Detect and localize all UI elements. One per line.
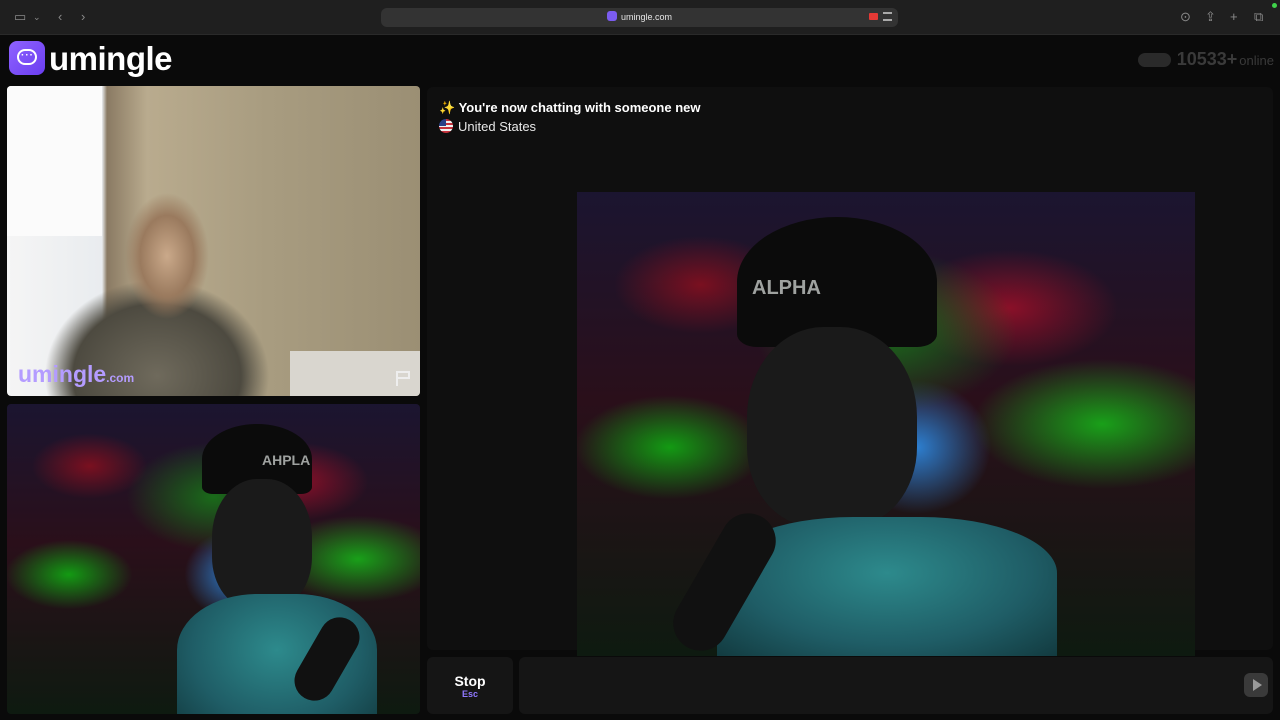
report-flag-icon[interactable]	[394, 370, 412, 386]
send-button[interactable]	[1244, 673, 1268, 697]
online-count: 10533+	[1176, 49, 1238, 69]
remote-person: ALPHA	[663, 217, 1097, 656]
stop-label: Stop	[454, 673, 486, 689]
back-icon[interactable]: ‹	[58, 9, 62, 25]
chevron-down-icon[interactable]: ⌄	[33, 9, 41, 25]
self-person: AHPLA	[157, 424, 417, 714]
sidebar-icon[interactable]: ▭	[14, 9, 26, 25]
online-counter: 10533+ online	[1137, 49, 1274, 71]
url-text: umingle.com	[620, 12, 673, 22]
remote-video: ALPHA	[577, 192, 1195, 656]
video-window-bg	[7, 86, 102, 236]
online-label: online	[1239, 53, 1274, 68]
remote-cap-text: ALPHA	[752, 277, 821, 299]
self-video: AHPLA	[7, 404, 420, 714]
chat-status: ✨ You're now chatting with someone new U…	[439, 100, 701, 136]
stop-shortcut: Esc	[461, 689, 478, 699]
browser-toolbar: ▭ ⌄ ‹ › umingle.com ⊙ ⇪ + ⧉	[0, 0, 1280, 35]
status-text: You're now chatting with someone new	[458, 100, 701, 115]
country-name: United States	[458, 119, 537, 134]
download-icon[interactable]: ⊙	[1180, 9, 1191, 25]
country-line: United States	[439, 118, 701, 136]
message-input[interactable]	[519, 657, 1273, 714]
status-message: ✨ You're now chatting with someone new	[439, 100, 701, 116]
theme-toggle[interactable]	[1137, 53, 1171, 67]
camera-recording-icon[interactable]	[869, 13, 878, 20]
self-cap-text: AHPLA	[262, 452, 311, 468]
stranger-video: umingle.com	[7, 86, 420, 396]
watermark: umingle.com	[18, 361, 134, 388]
forward-icon[interactable]: ›	[81, 9, 85, 25]
us-flag-icon	[439, 119, 453, 133]
tabs-overview-icon[interactable]: ⧉	[1254, 9, 1263, 25]
watermark-suffix: .com	[106, 371, 135, 385]
sparkles-icon: ✨	[439, 100, 456, 115]
logo-icon[interactable]: ···	[9, 41, 45, 75]
reader-icon[interactable]	[883, 12, 892, 21]
stop-button[interactable]: Stop Esc	[427, 657, 513, 714]
watermark-main: umingle	[18, 361, 107, 387]
new-tab-icon[interactable]: +	[1230, 9, 1238, 25]
share-icon[interactable]: ⇪	[1205, 9, 1216, 25]
camera-active-indicator	[1272, 3, 1277, 8]
address-bar[interactable]: umingle.com	[381, 8, 898, 27]
logo-text[interactable]: umingle	[49, 41, 173, 77]
site-favicon-icon	[606, 11, 617, 21]
